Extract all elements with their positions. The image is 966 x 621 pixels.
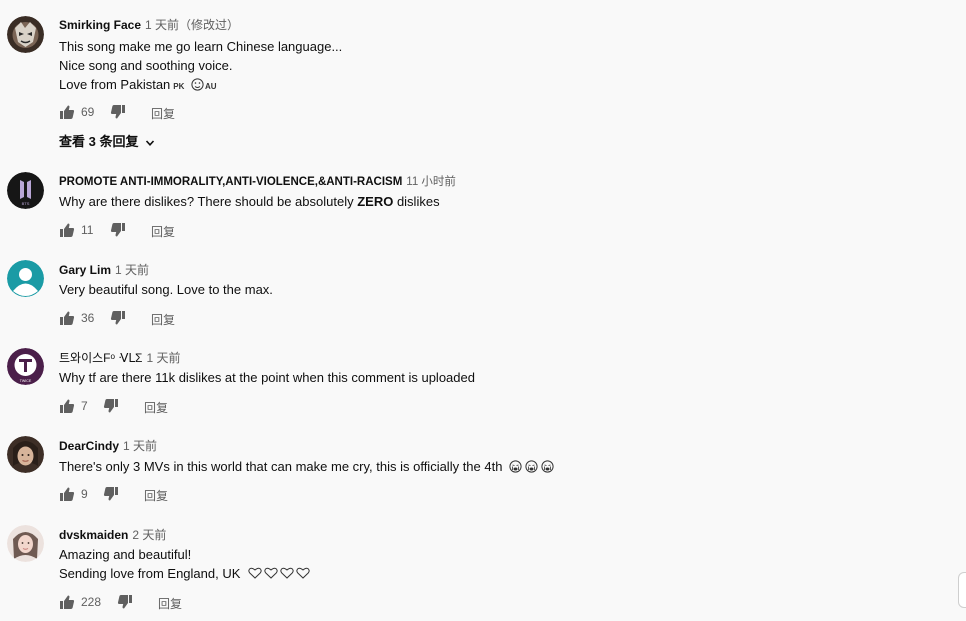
comment-actions: 9 回复 [59, 486, 259, 504]
comment-text: Why are there dislikes? There should be … [59, 192, 440, 211]
thumb-down-icon[interactable] [103, 398, 119, 414]
comment-line: Why tf are there 11k dislikes at the poi… [59, 370, 475, 385]
comment-thread: Gary Lim 1 天前 Very beautiful song. Love t… [0, 260, 950, 330]
comment-actions: 36 回复 [59, 310, 259, 328]
avatar-text: BTS [22, 201, 30, 206]
comment-text: Amazing and beautiful! Sending love from… [59, 545, 310, 583]
crying-emoji-icon [525, 460, 538, 473]
chevron-down-icon [146, 140, 155, 146]
view-replies-label: 查看 3 条回复 [59, 134, 139, 149]
like-count: 7 [81, 399, 88, 413]
avatar[interactable] [7, 16, 44, 53]
comment-thread: Smirking Face 1 天前（修改过） This song make me… [0, 15, 950, 160]
thumb-up-icon[interactable] [59, 310, 75, 326]
view-replies-button[interactable]: 查看 3 条回复 [59, 131, 155, 150]
comment-line: Sending love from England, UK [59, 564, 310, 583]
comment-line-text: Love from Pakistan [59, 77, 171, 92]
comments-section: Smirking Face 1 天前（修改过） This song make me… [0, 0, 966, 621]
comment-header: Gary Lim 1 天前 [59, 262, 149, 278]
thumb-down-icon[interactable] [103, 486, 119, 502]
comment-thread: TWICE 트와이스Fᵒ ᐺᒪΣ 1 天前 Why tf are there 11… [0, 348, 950, 418]
comment-line: Why are there dislikes? There should be … [59, 192, 440, 211]
reply-button[interactable]: 回复 [151, 223, 175, 240]
reply-button[interactable]: 回复 [158, 595, 182, 612]
author-name[interactable]: DearCindy [59, 439, 119, 453]
comment-header: PROMOTE ANTI-IMMORALITY,ANTI-VIOLENCE,&A… [59, 174, 456, 190]
comment-thread: DearCindy 1 天前 There's only 3 MVs in this… [0, 436, 950, 506]
comment-actions: 11 回复 [59, 222, 259, 240]
thumb-up-icon[interactable] [59, 104, 75, 120]
comment-header: DearCindy 1 天前 [59, 438, 157, 454]
thumb-down-icon[interactable] [110, 222, 126, 238]
comment-time[interactable]: 1 天前 [115, 263, 149, 277]
scroll-thumb[interactable] [958, 572, 966, 608]
thumb-up-icon[interactable] [59, 486, 75, 502]
avatar[interactable]: TWICE [7, 348, 44, 385]
comment-line-text: Why are there dislikes? There should be … [59, 194, 358, 209]
comment-line-text: dislikes [393, 194, 440, 209]
heart-outline-icon [280, 567, 294, 579]
reply-button[interactable]: 回复 [144, 399, 168, 416]
author-name[interactable]: dvskmaiden [59, 528, 128, 542]
like-count: 228 [81, 595, 102, 609]
reply-button[interactable]: 回复 [151, 311, 175, 328]
like-count: 36 [81, 311, 95, 325]
heart-outline-icon [296, 567, 310, 579]
thumb-up-icon[interactable] [59, 398, 75, 414]
thumb-down-icon[interactable] [110, 310, 126, 326]
comment-line: There's only 3 MVs in this world that ca… [59, 457, 554, 476]
author-name[interactable]: Gary Lim [59, 263, 111, 277]
avatar[interactable] [7, 525, 44, 562]
like-count: 11 [81, 223, 94, 237]
comment-thread: dvskmaiden 2 天前 Amazing and beautiful! Se… [0, 525, 950, 615]
comment-line: This song make me go learn Chinese langu… [59, 39, 343, 54]
author-name[interactable]: Smirking Face [59, 18, 141, 32]
heart-outline-icon [264, 567, 278, 579]
comment-header: 트와이스Fᵒ ᐺᒪΣ 1 天前 [59, 350, 181, 366]
thumb-down-icon[interactable] [117, 594, 133, 610]
comment-thread: BTS PROMOTE ANTI-IMMORALITY,ANTI-VIOLENC… [0, 172, 950, 242]
flag-pk: PK [173, 82, 185, 91]
reply-button[interactable]: 回复 [144, 487, 168, 504]
comment-line: Amazing and beautiful! [59, 547, 192, 562]
comment-text: Very beautiful song. Love to the max. [59, 280, 273, 299]
face-emoji-icon [191, 78, 204, 91]
like-count: 9 [81, 487, 88, 501]
avatar[interactable] [7, 260, 44, 297]
comment-actions: 7 回复 [59, 398, 259, 416]
avatar[interactable] [7, 436, 44, 473]
comment-line-text: There's only 3 MVs in this world that ca… [59, 459, 503, 474]
thumb-down-icon[interactable] [110, 104, 126, 120]
comment-emphasis: ZERO [357, 194, 394, 209]
comment-line: Nice song and soothing voice. [59, 58, 233, 73]
comment-time[interactable]: 1 天前（修改过） [145, 18, 239, 32]
thumb-up-icon[interactable] [59, 222, 75, 238]
comment-line: Love from Pakistan PK AU [59, 75, 342, 96]
comment-actions: 228 回复 [59, 594, 259, 612]
comment-time[interactable]: 1 天前 [146, 351, 180, 365]
crying-emoji-icon [509, 460, 522, 473]
crying-emoji-icon [541, 460, 554, 473]
comment-text: This song make me go learn Chinese langu… [59, 37, 342, 96]
comment-time[interactable]: 2 天前 [132, 528, 166, 542]
flag-au: AU [205, 82, 217, 91]
comment-line: Very beautiful song. Love to the max. [59, 282, 273, 297]
avatar-text: TWICE [20, 379, 32, 383]
comment-text: There's only 3 MVs in this world that ca… [59, 457, 554, 476]
like-count: 69 [81, 105, 95, 119]
comment-actions: 69 回复 [59, 104, 259, 122]
comment-text: Why tf are there 11k dislikes at the poi… [59, 368, 475, 387]
comment-header: Smirking Face 1 天前（修改过） [59, 17, 239, 33]
heart-outline-icon [248, 567, 262, 579]
comment-header: dvskmaiden 2 天前 [59, 527, 166, 543]
reply-button[interactable]: 回复 [151, 105, 175, 122]
author-name[interactable]: 트와이스Fᵒ ᐺᒪΣ [59, 351, 142, 365]
comment-time[interactable]: 11 小时前 [406, 176, 456, 188]
thumb-up-icon[interactable] [59, 594, 75, 610]
avatar[interactable]: BTS [7, 172, 44, 209]
author-name[interactable]: PROMOTE ANTI-IMMORALITY,ANTI-VIOLENCE,&A… [59, 176, 402, 188]
comment-time[interactable]: 1 天前 [123, 439, 157, 453]
comment-line-text: Sending love from England, UK [59, 566, 241, 581]
